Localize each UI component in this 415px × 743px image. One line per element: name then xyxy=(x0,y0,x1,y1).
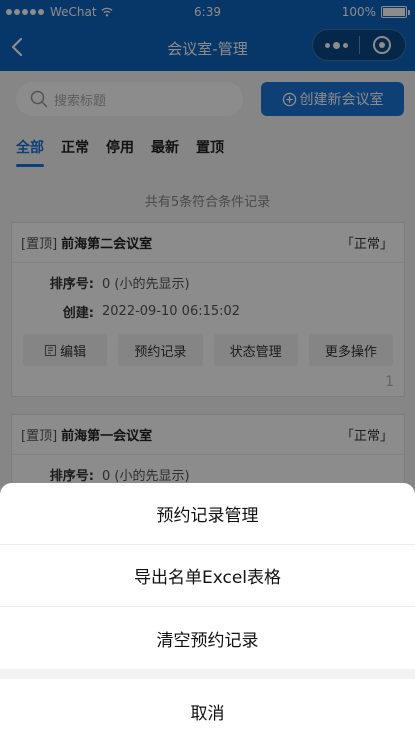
clear-bookings-option[interactable]: 清空预约记录 xyxy=(0,607,415,669)
export-excel-option[interactable]: 导出名单Excel表格 xyxy=(0,545,415,607)
screen: WeChat 6:39 100% 会议室-管理 搜索标题 创建新会议室 全部 正… xyxy=(0,0,415,743)
booking-management-option[interactable]: 预约记录管理 xyxy=(0,483,415,545)
action-sheet: 预约记录管理 导出名单Excel表格 清空预约记录 取消 xyxy=(0,483,415,743)
cancel-button[interactable]: 取消 xyxy=(0,679,415,743)
